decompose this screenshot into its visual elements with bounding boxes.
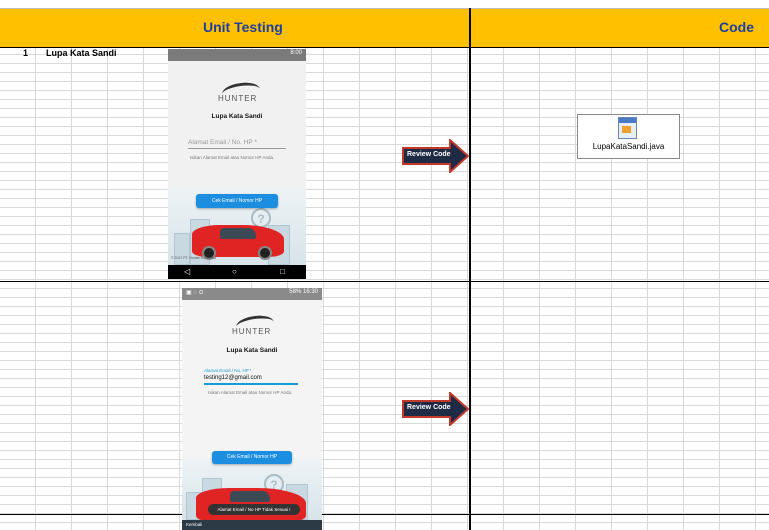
phone-screenshot-forgot-password-error[interactable]: ▣ ◌ ⊙ 58% 16:30 HUNTER Lupa Kata Sandi A… bbox=[182, 288, 322, 530]
unit-testing-title: Unit Testing bbox=[203, 19, 283, 35]
screen-title: Lupa Kata Sandi bbox=[211, 113, 263, 120]
back-bar[interactable]: Kembali bbox=[182, 520, 322, 530]
email-field-underline[interactable] bbox=[188, 148, 286, 149]
logo-text: HUNTER bbox=[232, 327, 272, 336]
review-code-label: Review Code bbox=[407, 151, 451, 158]
back-triangle-icon[interactable]: ◁ bbox=[184, 267, 190, 276]
logo-text: HUNTER bbox=[218, 94, 258, 103]
email-field-placeholder: Alamat Email / No. HP * bbox=[188, 139, 257, 146]
review-code-arrow-button[interactable]: Review Code bbox=[402, 390, 470, 428]
error-toast: Alamat Email / No HP Tidak Sesuai ! bbox=[208, 504, 300, 515]
android-nav-bar: ◁ ○ □ bbox=[168, 265, 306, 279]
email-field-label: Alamat Email / No. HP * bbox=[204, 368, 252, 373]
check-email-button[interactable]: Cek Email / Nomor HP bbox=[212, 451, 292, 464]
row-divider bbox=[0, 281, 769, 282]
status-time-text: 16:30 bbox=[302, 289, 318, 295]
email-field-underline[interactable] bbox=[204, 383, 298, 385]
back-label: Kembali bbox=[186, 522, 203, 527]
status-time: 8:00 bbox=[290, 50, 302, 56]
review-code-arrow-button[interactable]: Review Code bbox=[402, 137, 470, 175]
row-label: Lupa Kata Sandi bbox=[46, 48, 117, 58]
status-battery: 58% bbox=[289, 289, 302, 295]
email-field-value[interactable]: testing12@gmail.com bbox=[204, 375, 262, 381]
embedded-code-file[interactable]: LupaKataSandi.java bbox=[577, 114, 680, 159]
home-circle-icon[interactable]: ○ bbox=[232, 267, 237, 276]
recent-square-icon[interactable]: □ bbox=[280, 267, 285, 276]
code-title: Code bbox=[719, 19, 754, 35]
row-divider bbox=[0, 514, 769, 515]
screen-title: Lupa Kata Sandi bbox=[226, 347, 278, 354]
field-hint: Isikan Alamat Email atau Nomor HP Anda. bbox=[190, 155, 275, 160]
status-time: 58% 16:30 bbox=[289, 289, 318, 295]
code-file-name: LupaKataSandi.java bbox=[592, 142, 665, 151]
phone-screenshot-forgot-password[interactable]: 8:00 HUNTER Lupa Kata Sandi Alamat Email… bbox=[168, 49, 306, 279]
wheel-icon bbox=[258, 246, 272, 260]
check-email-button[interactable]: Cek Email / Nomor HP bbox=[196, 194, 278, 208]
status-bar: ▣ ◌ ⊙ 58% 16:30 bbox=[182, 288, 322, 300]
footnote: © 2017 PT. Hunter Indonesia bbox=[171, 256, 216, 260]
code-header: Code bbox=[471, 8, 769, 48]
review-code-label: Review Code bbox=[407, 404, 451, 411]
field-hint: Isikan Alamat Email atau Nomor HP Anda. bbox=[208, 390, 293, 395]
status-bar: 8:00 bbox=[168, 49, 306, 61]
row-number: 1 bbox=[23, 48, 29, 58]
column-divider bbox=[469, 8, 471, 530]
unit-testing-header: Unit Testing bbox=[0, 8, 469, 48]
java-file-icon bbox=[618, 117, 637, 139]
status-icons: ▣ ◌ ⊙ bbox=[186, 290, 204, 296]
